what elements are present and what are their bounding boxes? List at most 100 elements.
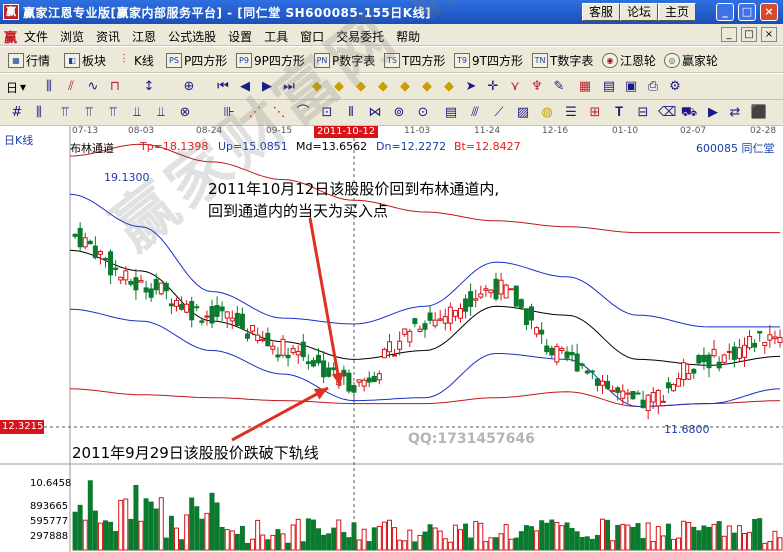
swap-icon[interactable]: ⇄: [726, 104, 744, 122]
candle-body: [681, 362, 687, 381]
table-icon[interactable]: ▤: [600, 78, 618, 96]
toolbar-t-number-table-button[interactable]: TN T数字表: [532, 51, 593, 69]
homepage-button[interactable]: 主页: [658, 3, 697, 21]
spiral-icon[interactable]: ⊚: [390, 104, 408, 122]
toolbar-sector-button[interactable]: ◧ 板块: [64, 51, 106, 69]
mdi-minimize-button[interactable]: _: [721, 27, 737, 42]
gann-line-4-icon[interactable]: ⫫: [128, 104, 146, 122]
diamond-tool-7-icon[interactable]: ◆: [440, 78, 458, 96]
toolbar-9t-square-button[interactable]: T9 9T四方形: [454, 51, 523, 69]
candle-body: [671, 384, 676, 392]
print-icon[interactable]: ⎙: [644, 78, 662, 96]
candle-body: [650, 392, 656, 403]
mirror-icon[interactable]: ⊟: [634, 104, 652, 122]
toolbar-p-square-button[interactable]: PS P四方形: [166, 51, 227, 69]
clear-icon[interactable]: ⌫: [658, 104, 676, 122]
diamond-tool-6-icon[interactable]: ◆: [418, 78, 436, 96]
gann-box-icon[interactable]: ⊞: [586, 104, 604, 122]
period-select[interactable]: 日 ▾: [6, 78, 26, 96]
toolbar-quote-button[interactable]: ▦ 行情: [8, 51, 50, 69]
diamond-tool-5-icon[interactable]: ◆: [396, 78, 414, 96]
menu-formula-screening[interactable]: 公式选股: [168, 28, 216, 45]
volume-bar: [696, 530, 702, 551]
candle-body: [762, 341, 768, 347]
line-chart-icon[interactable]: ∿: [84, 78, 102, 96]
calendar-icon[interactable]: ▦: [576, 78, 594, 96]
gann-fan-icon[interactable]: ⋎: [506, 78, 524, 96]
level-lines-icon[interactable]: ☰: [562, 104, 580, 122]
speed-lines-icon[interactable]: ⟋: [490, 104, 508, 122]
candle-body: [544, 345, 550, 353]
menu-gann[interactable]: 江恩: [132, 28, 156, 45]
gann-line-1-icon[interactable]: ⫪: [56, 104, 74, 122]
volume-bar: [103, 520, 108, 551]
volume-bar: [250, 538, 256, 551]
tower-chart-icon[interactable]: ⊓: [106, 78, 124, 96]
menu-file[interactable]: 文件: [24, 28, 48, 45]
sector-icon: ◧: [64, 52, 80, 68]
play-icon[interactable]: ▶: [704, 104, 722, 122]
square-tool-icon[interactable]: ▨: [514, 104, 532, 122]
mdi-restore-button[interactable]: □: [741, 27, 757, 42]
candle-body: [747, 335, 753, 349]
gann-line-5-icon[interactable]: ⫫: [152, 104, 170, 122]
volume-bar: [777, 537, 783, 551]
tools-icon[interactable]: ⚙: [666, 78, 684, 96]
coin-icon[interactable]: ◍: [538, 104, 556, 122]
bar-set-icon[interactable]: ⫼: [30, 104, 48, 122]
volume-bar: [767, 541, 773, 551]
volume-bar: [452, 524, 458, 551]
volume-bar: [321, 534, 327, 551]
bt-value: Bt=12.8427: [454, 140, 521, 153]
volume-bar: [544, 522, 550, 551]
volume-bar: [245, 542, 250, 551]
volume-bar: [676, 537, 682, 551]
customer-service-button[interactable]: 客服: [582, 3, 621, 21]
toolbar-gann-wheel-button[interactable]: ◉ 江恩轮: [602, 51, 656, 69]
candle-body: [417, 328, 423, 332]
text-tool-icon[interactable]: 𝐓: [610, 104, 628, 122]
volume-bar: [665, 523, 671, 551]
channel-icon[interactable]: ⫻: [466, 104, 484, 122]
candle-body: [366, 377, 372, 383]
maximize-button[interactable]: □: [738, 3, 756, 21]
minimize-button[interactable]: _: [716, 3, 734, 21]
candle-body: [194, 306, 200, 309]
hash-tool-icon[interactable]: #: [8, 104, 26, 122]
cross-lines-icon[interactable]: ⋈: [366, 104, 384, 122]
volume-bar: [113, 531, 119, 551]
mdi-close-button[interactable]: ×: [761, 27, 777, 42]
dual-arrow-icon[interactable]: ↕: [140, 78, 158, 96]
forum-button[interactable]: 论坛: [620, 3, 659, 21]
bus-icon[interactable]: ⛟: [680, 104, 698, 122]
candle-body: [529, 306, 534, 321]
gann-line-2-icon[interactable]: ⫪: [80, 104, 98, 122]
stop-icon[interactable]: ⬛: [750, 104, 768, 122]
menu-info[interactable]: 资讯: [96, 28, 120, 45]
gann-line-3-icon[interactable]: ⫪: [104, 104, 122, 122]
bar-chart-icon[interactable]: ⫼: [40, 78, 58, 96]
close-button[interactable]: ×: [760, 3, 778, 21]
volume-bar: [153, 508, 159, 551]
candle-body: [676, 378, 682, 387]
circle-tool-icon[interactable]: ⊙: [414, 104, 432, 122]
kline-chart-panel[interactable]: 07-13 08-03 08-24 09-15 11-03 11-24 12-1…: [0, 0, 783, 552]
arrow-tool-icon[interactable]: ➤: [462, 78, 480, 96]
zoom-icon[interactable]: ⊕: [180, 78, 198, 96]
toolbar-kline-button[interactable]: ⫶ K线: [116, 51, 153, 69]
save-icon[interactable]: ▣: [622, 78, 640, 96]
crosshair-icon[interactable]: ✛: [484, 78, 502, 96]
candle-icon[interactable]: ⫽: [62, 78, 80, 96]
menu-settings[interactable]: 设置: [228, 28, 252, 45]
candle-body: [219, 306, 225, 312]
pencil-icon[interactable]: ✎: [550, 78, 568, 96]
candle-body: [589, 370, 595, 373]
toolbar-winner-wheel-button[interactable]: ◎ 赢家轮: [664, 51, 718, 69]
indicator-table-icon[interactable]: ▤: [442, 104, 460, 122]
gann-grid-icon[interactable]: ♆: [528, 78, 546, 96]
volume-bar: [77, 504, 83, 551]
menu-browse[interactable]: 浏览: [60, 28, 84, 45]
annotation-break-lower-band: 2011年9月29日该股股价跌破下轨线: [72, 444, 319, 462]
candle-body: [280, 338, 286, 356]
volume-bar: [184, 514, 190, 551]
